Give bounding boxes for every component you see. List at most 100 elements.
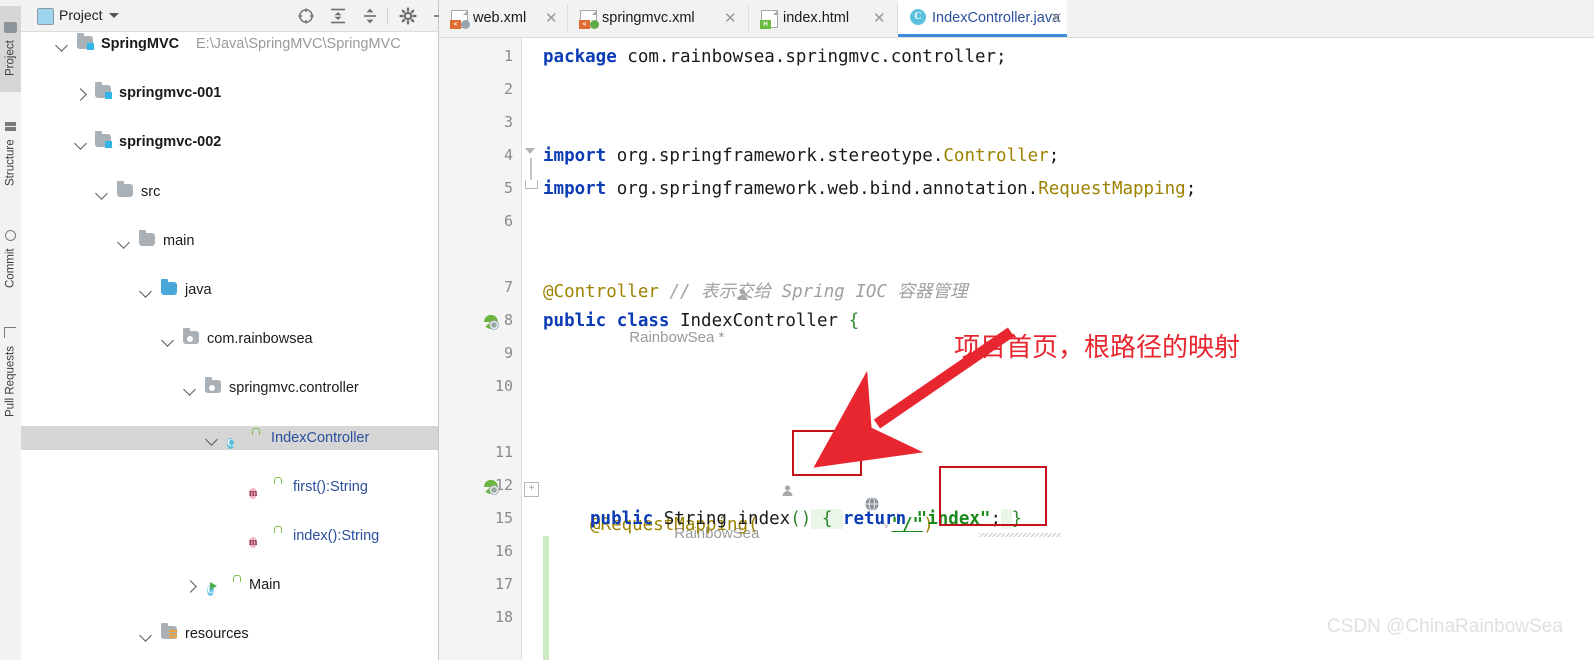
tree-row-main[interactable]: main [21,229,438,254]
fold-end-icon[interactable] [525,180,538,191]
tree-row-main-class[interactable]: C Main [21,573,438,598]
project-tool-window: Project SpringMVC E:\Java\SpringMVC\Spri… [21,0,446,660]
tree-label: IndexController [271,429,370,446]
editor-tab-springmvc-xml[interactable]: < springmvc.xml ✕ [568,0,748,37]
toolbar-divider [387,8,388,24]
collapse-all-icon[interactable] [361,7,379,25]
editor-tab-label: web.xml [473,10,527,26]
tree-row-java-source[interactable]: java [21,278,438,303]
tree-label: src [141,183,161,200]
watermark-text: CSDN @ChinaRainbowSea [1327,616,1563,637]
line-number: 3 [503,113,513,131]
structure-icon [5,122,16,134]
resources-root-folder-icon [161,623,177,640]
tool-tab-structure[interactable]: Structure [0,104,21,204]
commit-icon [5,229,16,244]
tree-row-springmvc-001[interactable]: springmvc-001 [21,81,438,106]
folder-icon [139,229,155,246]
fold-collapsed-icon[interactable]: + [524,482,539,497]
commit-tab-label: Commit [4,248,17,289]
editor-tab-bar: < web.xml ✕ < springmvc.xml ✕ H index.ht… [439,0,1594,38]
chevron-down-icon[interactable] [139,285,152,298]
line-number: 5 [503,179,513,197]
tree-row-springmvc-controller[interactable]: springmvc.controller [21,376,438,401]
chevron-down-icon[interactable] [74,137,87,151]
project-tree[interactable]: SpringMVC E:\Java\SpringMVC\SpringMVC sp… [21,32,438,660]
expand-all-icon[interactable] [329,7,347,25]
chevron-down-icon[interactable] [183,383,196,397]
line-number: 11 [494,443,513,461]
java-runnable-class-icon: C [207,582,218,597]
tree-row-resources[interactable]: resources [21,622,438,647]
select-opened-file-icon[interactable] [297,7,315,25]
close-icon[interactable]: ✕ [545,11,558,26]
tree-label: SpringMVC [101,36,180,52]
close-icon[interactable]: ✕ [1050,11,1063,26]
java-method-icon: m [249,536,258,548]
line-number: 7 [503,278,513,296]
line-number: 16 [494,542,513,560]
chevron-down-icon[interactable] [161,334,174,348]
tree-row-src[interactable]: src [21,180,438,205]
inlay-hint-text: RainbowSea * [629,329,725,346]
tree-row-springmvc-002[interactable]: springmvc-002 [21,130,438,155]
spring-bean-icon[interactable] [482,313,500,331]
close-icon[interactable]: ✕ [873,11,886,26]
package-icon [205,377,221,394]
annotation-callout-text: 项目首页，根路径的映射 [954,332,1241,362]
gear-icon[interactable] [399,7,417,25]
editor-gutter[interactable]: 1 2 3 4 5 6 7 8 9 10 11 12 15 16 17 18 [439,38,522,660]
chevron-down-icon[interactable] [139,629,152,643]
chevron-down-icon[interactable] [117,235,130,249]
chevron-down-icon[interactable] [95,186,108,200]
project-window-icon [37,8,54,25]
module-folder-icon [95,82,112,100]
source-root-folder-icon [161,278,177,295]
structure-tab-label: Structure [4,139,17,186]
editor-tab-web-xml[interactable]: < web.xml ✕ [439,0,567,37]
tool-tab-project[interactable]: Project [0,6,21,92]
spring-bean-icon[interactable] [482,478,500,496]
return-value-highlight-box [939,466,1047,526]
close-icon[interactable]: ✕ [724,11,737,26]
editor-fold-column[interactable]: + [522,38,543,660]
chevron-down-icon[interactable] [109,13,119,18]
xml-spring-file-icon: < [579,10,599,29]
chevron-right-icon[interactable] [74,88,87,102]
tree-row-com-rainbowsea[interactable]: com.rainbowsea [21,327,438,352]
tree-label: com.rainbowsea [207,331,313,348]
tree-row-springmvc[interactable]: SpringMVC E:\Java\SpringMVC\SpringMVC [21,32,438,57]
tree-label: main [163,232,195,249]
xml-web-file-icon: < [450,10,470,29]
code-line-5: import org.springframework.web.bind.anno… [543,179,1197,199]
inlay-hint-author-1[interactable]: RainbowSea * [545,247,750,367]
tree-label: springmvc-002 [119,134,222,151]
editor-tab-index-html[interactable]: H index.html ✕ [749,0,897,37]
package-icon [183,328,199,345]
code-line-1: package com.rainbowsea.springmvc.control… [543,47,1007,67]
folder-icon [117,180,133,197]
chevron-down-icon[interactable] [205,432,218,446]
project-tab-label: Project [4,40,17,77]
left-tool-strip: Project Structure Commit Pull Requests [0,0,22,660]
tree-label: resources [185,626,249,643]
tool-tab-pull-requests[interactable]: Pull Requests [0,310,21,434]
chevron-down-icon[interactable] [55,39,68,52]
tree-row-first-method[interactable]: m first():String [21,475,438,500]
fold-region-line [530,158,532,180]
html-file-icon: H [760,10,778,29]
tool-tab-commit[interactable]: Commit [0,214,21,304]
pull-requests-tab-label: Pull Requests [4,346,17,417]
line-number: 6 [503,212,513,230]
line-number: 18 [494,608,513,626]
line-number: 15 [494,509,513,527]
tree-row-index-method[interactable]: m index():String [21,524,438,549]
project-panel-header: Project [21,0,446,32]
editor-tab-indexcontroller-java[interactable]: C IndexController.java ✕ [898,0,1067,37]
tree-label: first():String [293,478,368,495]
pull-requests-icon [4,327,17,341]
chevron-right-icon[interactable] [184,580,197,593]
module-folder-icon [77,33,94,50]
tree-row-indexcontroller[interactable]: C IndexController [21,425,438,451]
code-line-8: public class IndexController { [543,311,860,331]
